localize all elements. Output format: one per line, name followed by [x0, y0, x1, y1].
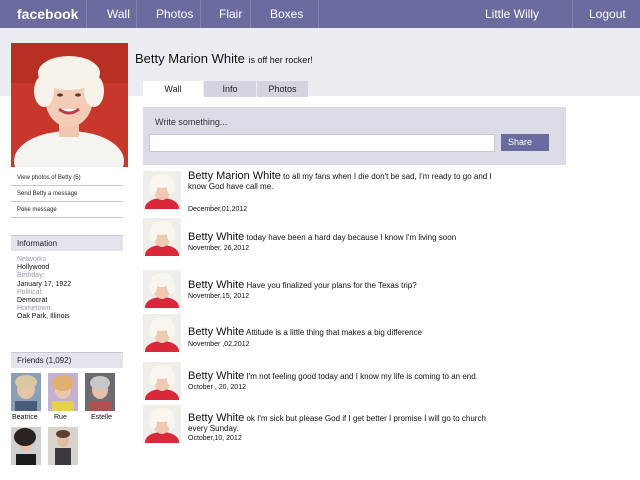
post-date: November,15, 2012: [188, 293, 250, 300]
post-body: Betty White today have been a hard day b…: [188, 232, 503, 243]
wall-post: Betty White Attitude is a little thing t…: [143, 314, 503, 354]
logout-link[interactable]: Logout: [589, 7, 626, 21]
post-author[interactable]: Betty White: [188, 326, 244, 338]
nav-separator: [136, 0, 137, 28]
friend-photo[interactable]: [48, 373, 78, 411]
friend-photo[interactable]: [48, 427, 78, 465]
nav-photos[interactable]: Photos: [156, 7, 193, 21]
nav-boxes[interactable]: Boxes: [270, 7, 303, 21]
wall-composer: Write something... Share: [143, 107, 566, 165]
facebook-logo[interactable]: facebook: [17, 6, 78, 22]
tab-photos[interactable]: Photos: [257, 81, 308, 97]
friends-header: Friends (1,092): [11, 352, 123, 368]
post-date: November ,02,2012: [188, 341, 250, 348]
wall-post-input[interactable]: [149, 134, 495, 152]
post-date: November, 26,2012: [188, 245, 250, 252]
nav-separator: [86, 0, 87, 28]
info-label: Hometown:: [17, 305, 53, 313]
wall-post: Betty White I'm not feeling good today a…: [143, 362, 503, 402]
view-photos-link[interactable]: View photos of Betty (5): [11, 170, 123, 186]
post-text: I'm not feeling good today and I know my…: [246, 372, 478, 381]
composer-prompt: Write something...: [155, 117, 228, 127]
post-body: Betty White Have you finalized your plan…: [188, 280, 503, 291]
info-value: Democrat: [17, 297, 48, 305]
nav-wall[interactable]: Wall: [107, 7, 130, 21]
info-label: Birthday:: [17, 272, 45, 280]
post-date: October , 20, 2012: [188, 384, 246, 391]
post-author[interactable]: Betty Marion White: [188, 170, 281, 182]
send-message-link[interactable]: Send Betty a message: [11, 186, 123, 202]
post-author[interactable]: Betty White: [188, 370, 244, 382]
friend-photo[interactable]: [85, 373, 115, 411]
nav-separator: [572, 0, 573, 28]
friend-photo[interactable]: [11, 373, 41, 411]
friend-name[interactable]: Beatrice: [12, 414, 38, 421]
post-body: Betty White Attitude is a little thing t…: [188, 327, 503, 338]
post-author[interactable]: Betty White: [188, 231, 244, 243]
info-label: Networks: [17, 256, 47, 263]
nav-separator: [318, 0, 319, 28]
profile-status: is off her rocker!: [248, 55, 313, 65]
wall-post: Betty Marion White to all my fans when I…: [143, 171, 503, 216]
nav-separator: [200, 0, 201, 28]
information-header: Information: [11, 235, 123, 251]
profile-name: Betty Marion White: [135, 51, 245, 66]
post-author[interactable]: Betty White: [188, 279, 244, 291]
information-list: Networks Hollywood Birthday: January 17,…: [17, 256, 123, 322]
post-avatar[interactable]: [143, 270, 181, 308]
post-avatar[interactable]: [143, 362, 181, 400]
wall-post: Betty White Have you finalized your plan…: [143, 270, 503, 310]
post-avatar[interactable]: [143, 218, 181, 256]
post-avatar[interactable]: [143, 405, 181, 443]
post-text: today have been a hard day because I kno…: [246, 233, 457, 242]
post-avatar[interactable]: [143, 171, 181, 209]
post-date: October,10, 2012: [188, 435, 242, 442]
post-author[interactable]: Betty White: [188, 412, 244, 424]
friend-name[interactable]: Rue: [54, 414, 67, 421]
info-value: Oak Park, Illinois: [17, 313, 70, 321]
profile-name-status: Betty Marion White is off her rocker!: [135, 51, 313, 66]
share-button[interactable]: Share: [501, 134, 549, 151]
wall-post: Betty White today have been a hard day b…: [143, 218, 503, 258]
friend-photo[interactable]: [11, 427, 41, 465]
tab-wall[interactable]: Wall: [143, 81, 203, 97]
tab-info[interactable]: Info: [204, 81, 256, 97]
post-body: Betty White I'm not feeling good today a…: [188, 371, 503, 382]
profile-links: View photos of Betty (5) Send Betty a me…: [11, 170, 123, 218]
info-value: Hollywood: [17, 264, 50, 272]
nav-user[interactable]: Little Willy: [485, 7, 539, 21]
info-label: Political:: [17, 288, 44, 296]
post-text: Attitude is a little thing that makes a …: [246, 328, 422, 337]
post-body: Betty Marion White to all my fans when I…: [188, 171, 503, 192]
poke-link[interactable]: Poke message: [11, 202, 123, 218]
nav-separator: [250, 0, 251, 28]
info-value: January 17, 1922: [17, 280, 72, 288]
post-text: Have you finalized your plans for the Te…: [246, 281, 417, 290]
profile-photo[interactable]: [11, 43, 128, 167]
post-body: Betty White ok I'm sick but please God i…: [188, 413, 503, 434]
top-nav-bar: facebook Wall Photos Flair Boxes Little …: [0, 0, 640, 28]
post-avatar[interactable]: [143, 314, 181, 352]
post-date: December,01,2012: [188, 206, 248, 213]
wall-post: Betty White ok I'm sick but please God i…: [143, 405, 503, 450]
friend-name[interactable]: Estelle: [91, 414, 112, 421]
nav-flair[interactable]: Flair: [219, 7, 242, 21]
